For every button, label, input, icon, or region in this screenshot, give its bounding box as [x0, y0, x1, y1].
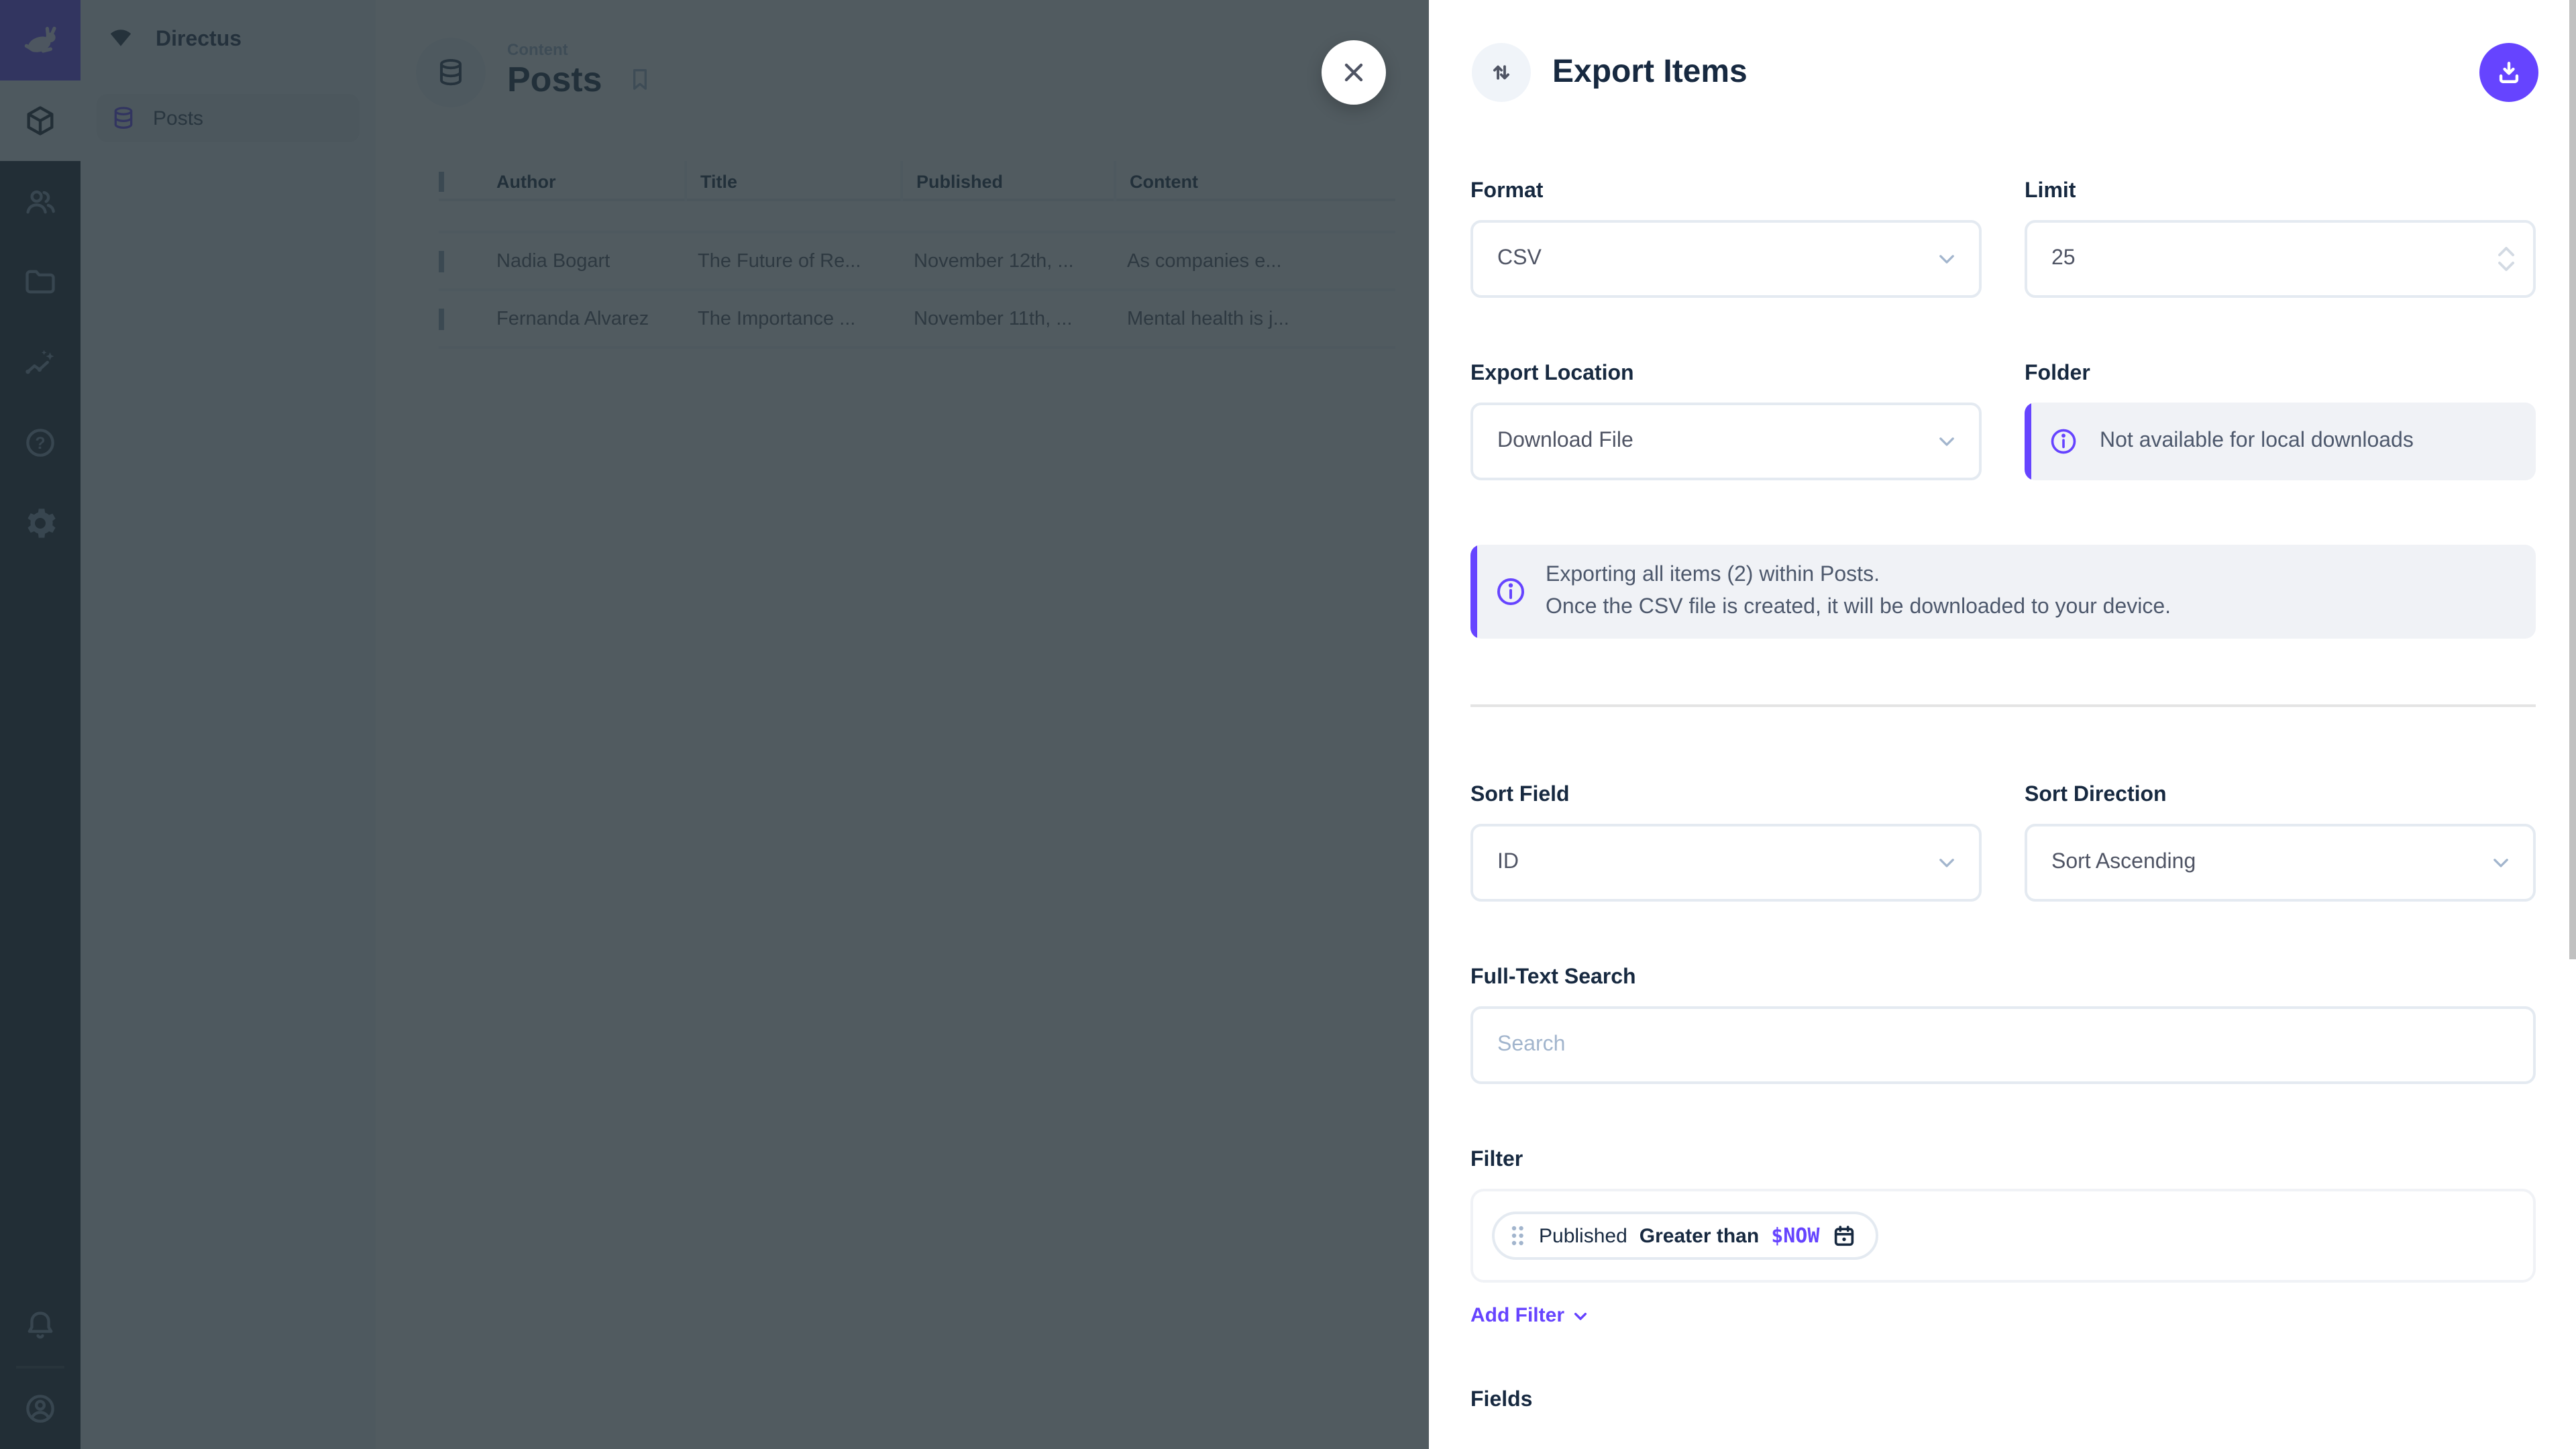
limit-input[interactable]: 25 — [2025, 220, 2536, 298]
full-text-search-field: Full-Text Search — [1470, 966, 2536, 1084]
add-filter-button[interactable]: Add Filter — [1470, 1304, 1591, 1327]
folder-notice-text: Not available for local downloads — [2100, 425, 2414, 458]
drawer-overlay[interactable] — [0, 0, 1429, 1449]
folder-disabled-notice: Not available for local downloads — [2025, 402, 2536, 480]
limit-label: Limit — [2025, 180, 2536, 204]
limit-field: Limit 25 — [2025, 180, 2536, 298]
filter-field-name[interactable]: Published — [1539, 1224, 1627, 1247]
notice-line2: Once the CSV file is created, it will be… — [1546, 596, 2171, 619]
filter-rules-container: Published Greater than $NOW — [1470, 1189, 2536, 1283]
chevron-down-icon — [1570, 1305, 1591, 1326]
filter-rule-chip[interactable]: Published Greater than $NOW — [1492, 1212, 1878, 1260]
chevron-down-icon — [1933, 428, 1960, 455]
format-select[interactable]: CSV — [1470, 220, 1982, 298]
chevron-down-icon — [2487, 849, 2514, 876]
full-text-search-label: Full-Text Search — [1470, 966, 2536, 990]
filter-field: Filter Published Greater than $NOW — [1470, 1148, 2536, 1389]
drawer-title: Export Items — [1552, 54, 1748, 91]
sort-direction-value: Sort Ascending — [2051, 851, 2196, 875]
export-info-notice: Exporting all items (2) within Posts. On… — [1470, 545, 2536, 639]
sort-field-field: Sort Field ID — [1470, 784, 1982, 902]
export-drawer: Export Items Format CSV — [1429, 0, 2576, 1449]
filter-operator[interactable]: Greater than — [1640, 1224, 1759, 1247]
info-icon — [1495, 576, 1527, 608]
calendar-icon — [1831, 1223, 1857, 1248]
limit-stepper[interactable] — [2496, 246, 2517, 272]
fields-section-label: Fields — [1470, 1389, 2536, 1413]
format-value: CSV — [1497, 247, 1542, 271]
notice-line1: Exporting all items (2) within Posts. — [1546, 564, 1880, 586]
app: ? — [0, 0, 2576, 1449]
format-label: Format — [1470, 180, 1982, 204]
add-filter-label: Add Filter — [1470, 1304, 1564, 1327]
drawer-header: Export Items — [1429, 0, 2576, 145]
export-location-label: Export Location — [1470, 362, 1982, 386]
sort-direction-select[interactable]: Sort Ascending — [2025, 824, 2536, 902]
chevron-down-icon — [1933, 246, 1960, 272]
format-field: Format CSV — [1470, 180, 1982, 298]
limit-value: 25 — [2051, 247, 2076, 271]
folder-field: Folder Not available for local downloads — [2025, 362, 2536, 480]
import-export-icon — [1472, 43, 1531, 102]
info-icon — [2049, 427, 2078, 456]
filter-value[interactable]: $NOW — [1771, 1224, 1819, 1248]
export-location-value: Download File — [1497, 429, 1633, 453]
stepper-down-icon[interactable] — [2496, 260, 2517, 272]
scrollbar-thumb[interactable] — [2569, 0, 2576, 959]
sort-field-value: ID — [1497, 851, 1519, 875]
sort-direction-label: Sort Direction — [2025, 784, 2536, 808]
start-export-button[interactable] — [2479, 43, 2538, 102]
download-icon — [2494, 58, 2524, 87]
filter-label: Filter — [1470, 1148, 2536, 1173]
search-input[interactable] — [1470, 1006, 2536, 1084]
stepper-up-icon[interactable] — [2496, 246, 2517, 258]
export-location-select[interactable]: Download File — [1470, 402, 1982, 480]
close-drawer-button[interactable] — [1322, 40, 1386, 105]
folder-label: Folder — [2025, 362, 2536, 386]
section-divider — [1470, 704, 2536, 707]
chevron-down-icon — [1933, 849, 1960, 876]
sort-field-label: Sort Field — [1470, 784, 1982, 808]
export-location-field: Export Location Download File — [1470, 362, 1982, 480]
drag-handle-icon[interactable] — [1508, 1224, 1527, 1248]
drawer-scrollbar — [2569, 0, 2576, 1449]
sort-direction-field: Sort Direction Sort Ascending — [2025, 784, 2536, 902]
sort-field-select[interactable]: ID — [1470, 824, 1982, 902]
close-icon — [1339, 58, 1368, 87]
